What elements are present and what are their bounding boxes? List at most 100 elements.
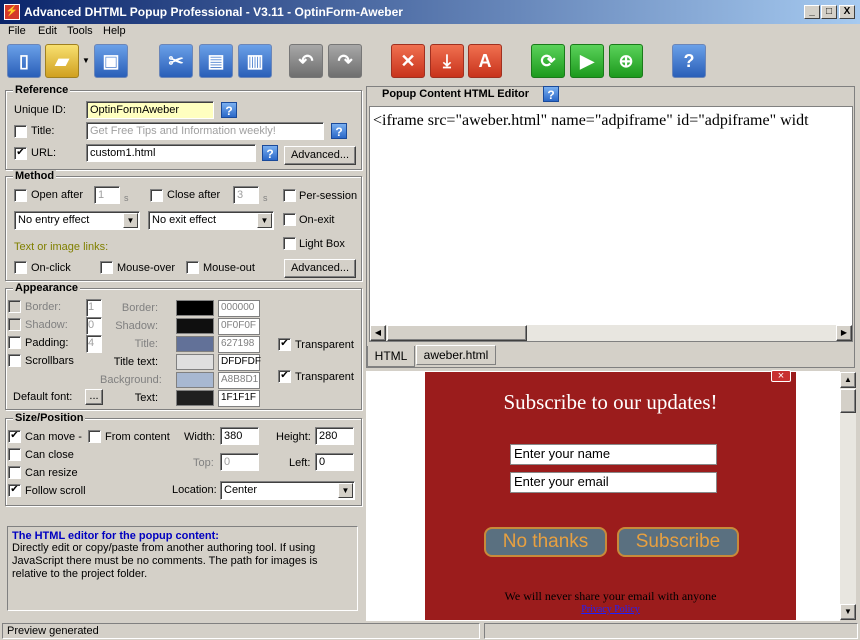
vertical-scrollbar[interactable]: ▲ ▼ (840, 372, 856, 620)
can-close-checkbox[interactable] (8, 448, 21, 461)
title-checkbox[interactable] (14, 125, 27, 138)
title-color-hex[interactable]: 627198 (218, 336, 260, 353)
popup-close-icon[interactable]: × (771, 370, 791, 382)
tools-icon[interactable]: ✕ (391, 44, 425, 78)
height-field[interactable]: 280 (315, 427, 354, 445)
open-after-field[interactable]: 1 (94, 186, 120, 204)
on-click-checkbox[interactable] (14, 261, 27, 274)
subscribe-button[interactable]: Subscribe (617, 527, 739, 557)
close-after-field[interactable]: 3 (233, 186, 259, 204)
location-select[interactable]: Center ▼ (220, 481, 355, 500)
can-resize-checkbox[interactable] (8, 466, 21, 479)
shadow-color-swatch[interactable] (176, 318, 214, 334)
on-exit-checkbox[interactable] (283, 213, 296, 226)
globe-icon[interactable]: ⊕ (609, 44, 643, 78)
scrollbar-thumb[interactable] (840, 389, 856, 413)
cut-icon[interactable]: ✂ (159, 44, 193, 78)
mouse-over-checkbox[interactable] (100, 261, 113, 274)
privacy-link[interactable]: Privacy Policy (425, 604, 796, 615)
open-after-label: Open after (31, 189, 83, 201)
title-field[interactable]: Get Free Tips and Information weekly! (86, 122, 324, 140)
horizontal-scrollbar[interactable]: ◀ ▶ (370, 325, 852, 341)
can-move-checkbox[interactable]: ✔ (8, 430, 21, 443)
url-checkbox[interactable]: ✔ (14, 147, 27, 160)
refresh-icon[interactable]: ⟳ (531, 44, 565, 78)
help-icon[interactable]: ? (221, 102, 237, 118)
chevron-down-icon[interactable]: ▼ (257, 213, 272, 228)
no-thanks-button[interactable]: No thanks (484, 527, 607, 557)
height-label: Height: (276, 431, 311, 443)
menu-help[interactable]: Help (103, 25, 126, 37)
close-button[interactable]: X (839, 5, 855, 19)
border-checkbox[interactable] (8, 300, 21, 313)
text-color-hex[interactable]: 1F1F1F (218, 390, 260, 407)
help-icon[interactable]: ? (331, 123, 347, 139)
email-input[interactable]: Enter your email (510, 472, 717, 493)
shadow-color-hex[interactable]: 0F0F0F (218, 318, 260, 335)
padding-checkbox[interactable] (8, 336, 21, 349)
padding-label: Padding: (25, 337, 69, 349)
transparent-background-checkbox[interactable]: ✔ (278, 370, 291, 383)
font-icon[interactable]: A (468, 44, 502, 78)
menu-file[interactable]: File (8, 25, 26, 37)
light-box-checkbox[interactable] (283, 237, 296, 250)
chevron-down-icon[interactable]: ▼ (338, 483, 353, 498)
paste-icon[interactable]: ▥ (238, 44, 272, 78)
maximize-button[interactable]: □ (821, 5, 837, 19)
seconds-unit: s (263, 193, 268, 203)
open-after-checkbox[interactable] (14, 189, 27, 202)
open-folder-icon[interactable]: ▰ (45, 44, 79, 78)
url-field[interactable]: custom1.html (86, 144, 256, 162)
scroll-down-icon[interactable]: ▼ (840, 604, 856, 620)
scroll-up-icon[interactable]: ▲ (840, 372, 856, 388)
entry-effect-select[interactable]: No entry effect ▼ (14, 211, 140, 230)
tab-html[interactable]: HTML (367, 346, 415, 367)
menu-tools[interactable]: Tools (67, 25, 93, 37)
top-field[interactable]: 0 (220, 453, 259, 471)
help-icon[interactable]: ? (672, 44, 706, 78)
new-file-icon[interactable]: ▯ (7, 44, 41, 78)
title-text-color-hex[interactable]: DFDFDF (218, 354, 261, 371)
title-color-swatch[interactable] (176, 336, 214, 352)
menu-edit[interactable]: Edit (38, 25, 57, 37)
save-icon[interactable]: ▣ (94, 44, 128, 78)
html-editor[interactable]: <iframe src="aweber.html" name="adpifram… (369, 106, 853, 342)
left-field[interactable]: 0 (315, 453, 354, 471)
title-text-color-swatch[interactable] (176, 354, 214, 370)
scrollbars-checkbox[interactable] (8, 354, 21, 367)
left-label: Left: (289, 457, 311, 469)
redo-icon[interactable]: ↷ (328, 44, 362, 78)
scrollbar-thumb[interactable] (387, 325, 527, 341)
background-color-swatch[interactable] (176, 372, 214, 388)
transparent-title-checkbox[interactable]: ✔ (278, 338, 291, 351)
scroll-right-icon[interactable]: ▶ (836, 325, 852, 341)
name-input[interactable]: Enter your name (510, 444, 717, 465)
unique-id-field[interactable]: OptinFormAweber (86, 101, 214, 119)
shadow-checkbox[interactable] (8, 318, 21, 331)
method-advanced-button[interactable]: Advanced... (284, 259, 356, 278)
scroll-left-icon[interactable]: ◀ (370, 325, 386, 341)
copy-icon[interactable]: ▤ (199, 44, 233, 78)
text-color-swatch[interactable] (176, 390, 214, 406)
per-session-checkbox[interactable] (283, 189, 296, 202)
from-content-checkbox[interactable] (88, 430, 101, 443)
background-color-hex[interactable]: A8B8D1 (218, 372, 260, 389)
help-icon[interactable]: ? (262, 145, 278, 161)
exit-effect-select[interactable]: No exit effect ▼ (148, 211, 274, 230)
undo-icon[interactable]: ↶ (289, 44, 323, 78)
width-field[interactable]: 380 (220, 427, 259, 445)
mouse-out-checkbox[interactable] (186, 261, 199, 274)
border-color-hex[interactable]: 000000 (218, 300, 260, 317)
reference-advanced-button[interactable]: Advanced... (284, 146, 356, 165)
border-color-swatch[interactable] (176, 300, 214, 316)
follow-scroll-checkbox[interactable]: ✔ (8, 484, 21, 497)
play-preview-icon[interactable]: ▶ (570, 44, 604, 78)
minimize-button[interactable]: _ (804, 5, 820, 19)
help-icon[interactable]: ? (543, 86, 559, 102)
chevron-down-icon[interactable]: ▼ (123, 213, 138, 228)
tab-aweber[interactable]: aweber.html (416, 345, 496, 365)
close-after-checkbox[interactable] (150, 189, 163, 202)
open-dropdown-icon[interactable]: ▼ (82, 56, 90, 65)
import-icon[interactable]: ⤓ (430, 44, 464, 78)
editor-code[interactable]: <iframe src="aweber.html" name="adpifram… (370, 107, 852, 135)
